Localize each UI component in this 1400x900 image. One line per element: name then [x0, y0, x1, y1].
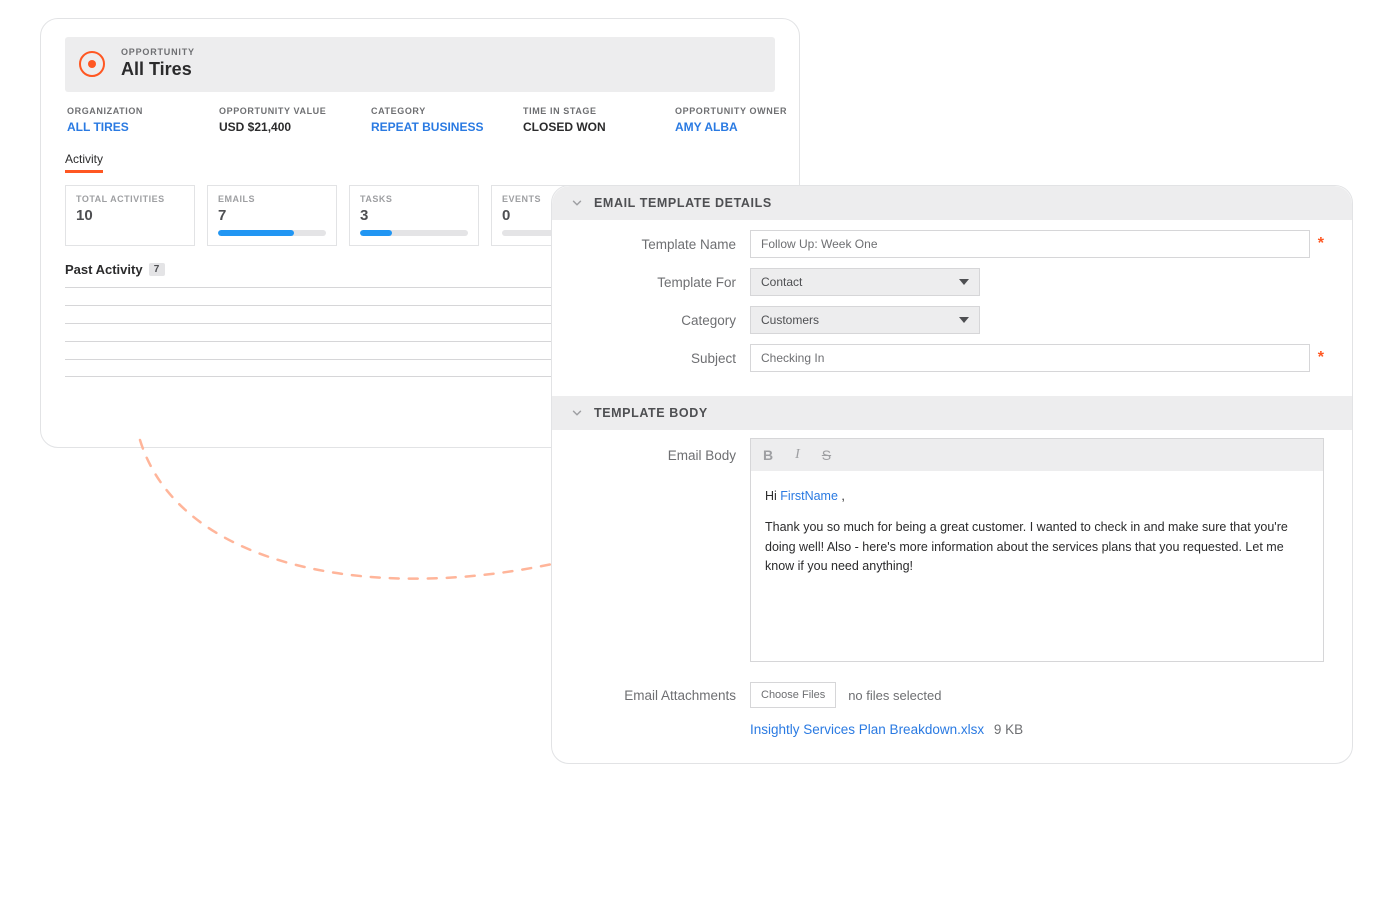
- fact-opportunity-value: OPPORTUNITY VALUE USD $21,400: [219, 106, 339, 134]
- attached-file-size: 9 KB: [994, 722, 1023, 737]
- email-body-label: Email Body: [580, 438, 736, 662]
- section-header-details[interactable]: EMAIL TEMPLATE DETAILS: [552, 186, 1352, 220]
- fact-organization: ORGANIZATION ALL TIRES: [67, 106, 187, 134]
- category-label: Category: [580, 313, 736, 328]
- choose-files-button[interactable]: Choose Files: [750, 682, 836, 708]
- email-template-card: EMAIL TEMPLATE DETAILS Template Name * T…: [551, 185, 1353, 764]
- owner-link[interactable]: AMY ALBA: [675, 120, 795, 134]
- section-header-body[interactable]: TEMPLATE BODY: [552, 396, 1352, 430]
- strike-button[interactable]: S: [822, 447, 831, 463]
- opportunity-name: All Tires: [121, 59, 195, 80]
- template-for-label: Template For: [580, 275, 736, 290]
- stat-tasks: TASKS 3: [349, 185, 479, 246]
- fact-owner: OPPORTUNITY OWNER AMY ALBA: [675, 106, 795, 134]
- organization-link[interactable]: ALL TIRES: [67, 120, 187, 134]
- caret-down-icon: [959, 317, 969, 323]
- template-name-label: Template Name: [580, 237, 736, 252]
- tab-activity[interactable]: Activity: [65, 152, 103, 173]
- template-for-select[interactable]: Contact: [750, 268, 980, 296]
- bold-button[interactable]: B: [763, 447, 773, 463]
- opportunity-header: OPPORTUNITY All Tires: [65, 37, 775, 92]
- past-activity-count: 7: [149, 263, 165, 276]
- attached-file-link[interactable]: Insightly Services Plan Breakdown.xlsx: [750, 722, 984, 737]
- email-body-content[interactable]: Hi FirstName , Thank you so much for bei…: [751, 471, 1323, 661]
- fact-category: CATEGORY REPEAT BUSINESS: [371, 106, 491, 134]
- attachments-label: Email Attachments: [580, 688, 736, 703]
- chevron-down-icon: [570, 406, 584, 420]
- chevron-down-icon: [570, 196, 584, 210]
- subject-label: Subject: [580, 351, 736, 366]
- subject-input[interactable]: [750, 344, 1310, 372]
- target-icon: [79, 51, 105, 77]
- category-link[interactable]: REPEAT BUSINESS: [371, 120, 491, 134]
- template-name-input[interactable]: [750, 230, 1310, 258]
- connector-line: [120, 430, 580, 620]
- email-body-editor: B I S Hi FirstName , Thank you so much f…: [750, 438, 1324, 662]
- merge-field-firstname[interactable]: FirstName: [780, 489, 838, 503]
- no-files-text: no files selected: [848, 688, 941, 703]
- opportunity-tag: OPPORTUNITY: [121, 47, 195, 57]
- category-select[interactable]: Customers: [750, 306, 980, 334]
- fact-time-in-stage: TIME IN STAGE CLOSED WON: [523, 106, 643, 134]
- stat-total-activities: TOTAL ACTIVITIES 10: [65, 185, 195, 246]
- required-indicator: *: [1318, 349, 1324, 367]
- editor-toolbar: B I S: [751, 439, 1323, 471]
- italic-button[interactable]: I: [795, 447, 800, 463]
- required-indicator: *: [1318, 235, 1324, 253]
- caret-down-icon: [959, 279, 969, 285]
- stat-emails: EMAILS 7: [207, 185, 337, 246]
